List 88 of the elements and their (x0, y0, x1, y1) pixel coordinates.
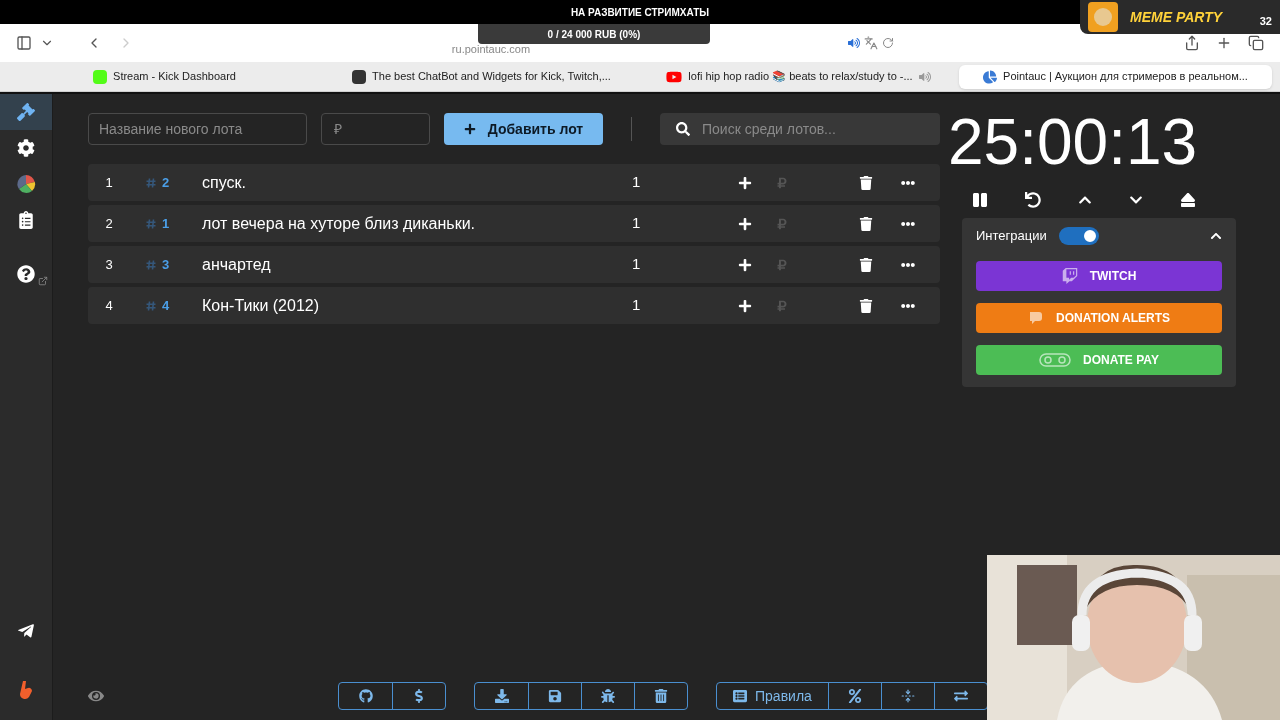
hash-icon (146, 177, 156, 188)
badge-title: MEME PARTY (1130, 7, 1223, 27)
lot-amount: 1 (632, 172, 642, 193)
plus-icon[interactable] (738, 216, 752, 231)
k-logo-icon (93, 69, 108, 84)
github-icon (358, 689, 373, 703)
lot-name: Кон-Тики (2012) (202, 295, 321, 316)
browser-tab[interactable]: Stream - Kick Dashboard (8, 64, 321, 89)
lot-tag[interactable]: 3 (162, 254, 186, 275)
plus-icon[interactable] (738, 175, 752, 190)
amount-field[interactable]: ₽ (321, 113, 430, 145)
tab-title: Pointauc | Аукцион для стримеров в реальном... (1003, 69, 1248, 85)
gavel-icon (17, 103, 35, 121)
bug-icon (601, 689, 615, 703)
hash-icon (146, 300, 156, 311)
lot-tag[interactable]: 1 (162, 213, 186, 234)
eject-icon[interactable] (1179, 192, 1196, 208)
tab-title: Stream - Kick Dashboard (113, 69, 236, 85)
pause-icon[interactable] (972, 192, 989, 208)
hash-icon (146, 259, 156, 270)
trash-icon[interactable] (859, 175, 873, 190)
percent-icon (847, 689, 862, 703)
chat-bubble-icon (1028, 310, 1044, 326)
arrows-icon (953, 689, 968, 703)
chatbot-logo-icon (352, 69, 367, 84)
settings-icon (17, 139, 35, 157)
integrations-label: Интеграции (976, 227, 1047, 246)
add-lot-button[interactable]: Добавить лот (444, 113, 603, 145)
trash-icon[interactable] (859, 257, 873, 272)
pie-chart-icon (16, 174, 36, 194)
goal-title: НА РАЗВИТИЕ СТРИМХАТЫ (570, 5, 710, 20)
new-tab-icon[interactable] (1216, 35, 1232, 51)
b-logo-icon[interactable] (18, 680, 34, 700)
lot-amount: 1 (632, 213, 642, 234)
dollar-icon (412, 689, 426, 703)
toolbar-button[interactable]: Правила (717, 683, 828, 709)
pie-logo-icon (983, 69, 998, 84)
save-icon (548, 689, 562, 703)
lot-name-field[interactable]: Название нового лота (88, 113, 307, 145)
timer-display: 25:00:13 (948, 108, 1199, 176)
browser-tab[interactable]: Pointauc | Аукцион для стримеров в реальном... (959, 64, 1272, 89)
lot-tag[interactable]: 2 (162, 172, 186, 193)
restart-icon[interactable] (1025, 192, 1042, 208)
plus-icon (463, 123, 476, 135)
search-icon (676, 122, 690, 136)
lot-name: спуск. (202, 172, 247, 193)
plus-icon[interactable] (738, 298, 752, 313)
dog-avatar-icon (1088, 2, 1118, 32)
lot-amount: 1 (632, 295, 642, 316)
sidebar-toggle-icon[interactable] (16, 35, 32, 51)
gamepad-icon (1039, 352, 1072, 368)
trash-icon[interactable] (859, 298, 873, 313)
chat-bubble-icon (1061, 268, 1078, 284)
url-text[interactable]: ru.pointauc.com (451, 40, 531, 58)
goal-progress-text: 0 / 24 000 RUB (0%) (547, 27, 641, 42)
tab-title: lofi hip hop radio 📚 beats to relax/study to -... (688, 69, 913, 85)
trash-icon (654, 689, 668, 703)
external-link-icon (38, 276, 48, 286)
speaker-icon[interactable] (848, 37, 860, 49)
share-icon[interactable] (1184, 35, 1200, 51)
integrations-toggle[interactable] (1058, 227, 1099, 245)
lot-name: лот вечера на хуторе близ диканьки. (202, 213, 477, 234)
help-icon (17, 265, 35, 283)
lot-amount: 1 (632, 254, 642, 275)
hash-icon (146, 218, 156, 229)
browser-tab[interactable]: The best ChatBot and Widgets for Kick, Twitch,... (325, 64, 638, 89)
plus-icon[interactable] (738, 257, 752, 272)
integration-button[interactable]: TWITCH (976, 261, 1222, 291)
search-field[interactable]: Поиск среди лотов... (660, 113, 940, 145)
lot-position: 2 (104, 214, 114, 233)
badge-count: 32 (1259, 13, 1272, 29)
collapse-icon[interactable] (1210, 230, 1222, 242)
translate-icon[interactable] (864, 36, 878, 50)
lot-name: анчартед (202, 254, 272, 275)
clipboard-icon (17, 211, 35, 229)
eye-icon[interactable] (88, 688, 104, 704)
lot-position: 3 (104, 255, 114, 274)
paper-plane-icon[interactable] (17, 622, 35, 640)
trash-icon[interactable] (859, 216, 873, 231)
lot-tag[interactable]: 4 (162, 295, 186, 316)
tab-title: The best ChatBot and Widgets for Kick, Twitch,... (372, 69, 611, 85)
list-icon (733, 689, 747, 703)
download-icon (494, 689, 509, 703)
lot-position: 1 (104, 173, 114, 192)
reload-icon[interactable] (882, 37, 894, 49)
browser-tab[interactable]: lofi hip hop radio 📚 beats to relax/study to -... (642, 64, 955, 89)
lot-position: 4 (104, 296, 114, 315)
tabs-overview-icon[interactable] (1248, 35, 1264, 51)
